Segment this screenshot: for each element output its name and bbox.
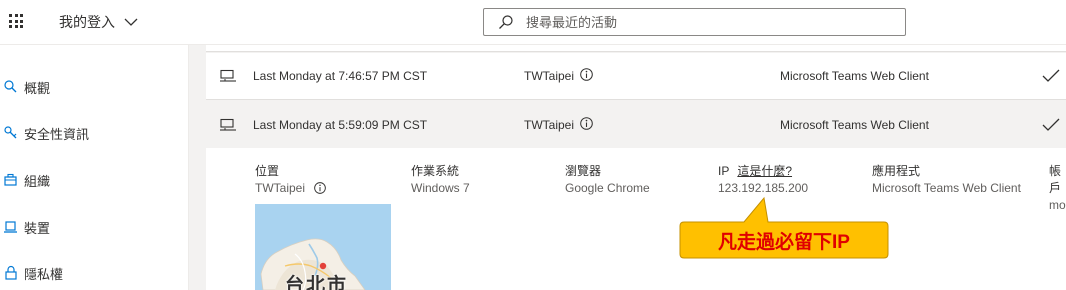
detail-location: 位置 TWTaipei [255, 162, 327, 195]
detail-account: 帳戶 mo [1049, 162, 1066, 212]
info-icon[interactable] [314, 182, 327, 194]
detail-label: 帳戶 [1049, 164, 1062, 195]
ip-address-value: 123.192.185.200 [718, 181, 809, 195]
account-menu-label: 我的登入 [59, 14, 115, 30]
activity-app: Microsoft Teams Web Client [780, 118, 929, 132]
chevron-down-icon [124, 18, 138, 26]
app-launcher-icon[interactable] [9, 14, 23, 28]
detail-ip: IP 這是什麼? 123.192.185.200 [718, 162, 808, 195]
activity-details: 位置 TWTaipei 作業系統 Windows 7 瀏覽器 Google Ch… [206, 148, 1066, 290]
sidebar-item-privacy[interactable]: 隱私權 [0, 261, 180, 285]
sidebar-item-label: 安全性資訊 [24, 126, 90, 142]
account-menu[interactable]: 我的登入 [59, 12, 139, 32]
map-city-label: 台北市 [285, 275, 349, 290]
briefcase-icon [4, 173, 17, 186]
what-is-this-link[interactable]: 這是什麼? [737, 164, 792, 178]
activity-app: Microsoft Teams Web Client [780, 69, 929, 83]
detail-value: TWTaipei [255, 181, 327, 195]
info-icon[interactable] [580, 117, 593, 130]
search-input[interactable] [524, 13, 888, 31]
recent-activity-panel: Last Monday at 7:46:57 PM CST TWTaipei M… [189, 45, 1066, 290]
search-icon [499, 15, 513, 29]
checkmark-icon [1042, 69, 1060, 82]
detail-browser: 瀏覽器 Google Chrome [565, 162, 650, 195]
sidebar-item-security-info[interactable]: 安全性資訊 [0, 121, 180, 145]
sidebar-item-organizations[interactable]: 組織 [0, 168, 180, 192]
activity-location: TWTaipei [524, 69, 575, 83]
sidebar-item-overview[interactable]: 概觀 [0, 75, 180, 99]
activity-row-expanded[interactable]: Last Monday at 5:59:09 PM CST TWTaipei M… [206, 102, 1066, 148]
activity-row[interactable]: Last Monday at 7:46:57 PM CST TWTaipei M… [206, 53, 1066, 100]
sidebar-item-label: 組織 [24, 173, 51, 189]
detail-value: Windows 7 [411, 181, 470, 195]
detail-label: 瀏覽器 [565, 164, 602, 178]
sidebar-item-label: 裝置 [24, 220, 51, 236]
location-map: 台北市 [255, 204, 391, 290]
lock-icon [5, 265, 17, 280]
detail-os: 作業系統 Windows 7 [411, 162, 470, 195]
detail-label: 位置 [255, 164, 280, 178]
annotation-callout-text: 凡走過必留下IP [718, 231, 850, 253]
detail-label: 應用程式 [872, 164, 921, 178]
checkmark-icon [1042, 118, 1060, 131]
detail-label: 作業系統 [411, 164, 460, 178]
location-value: TWTaipei [255, 181, 306, 195]
sidebar-item-devices[interactable]: 裝置 [0, 215, 180, 239]
info-icon[interactable] [580, 68, 593, 81]
activity-time: Last Monday at 7:46:57 PM CST [253, 69, 428, 83]
detail-value: mo [1049, 198, 1066, 212]
desktop-icon [220, 118, 236, 131]
detail-app: 應用程式 Microsoft Teams Web Client [872, 162, 1021, 195]
sidebar-item-label: 隱私權 [24, 266, 64, 282]
sidebar-item-label: 概觀 [24, 80, 51, 96]
activity-location: TWTaipei [524, 118, 575, 132]
top-bar: 我的登入 [0, 0, 1066, 45]
search-box[interactable] [483, 8, 906, 36]
detail-value: Google Chrome [565, 181, 650, 195]
detail-label: IP [718, 164, 730, 178]
previous-row-edge [206, 45, 1066, 52]
sidebar: 概觀 安全性資訊 組織 裝置 隱私權 [0, 45, 189, 290]
laptop-icon [4, 221, 17, 233]
detail-value: Microsoft Teams Web Client [872, 181, 1021, 195]
desktop-icon [220, 69, 236, 82]
activity-time: Last Monday at 5:59:09 PM CST [253, 118, 428, 132]
search-icon [4, 80, 17, 93]
key-icon [4, 126, 17, 139]
